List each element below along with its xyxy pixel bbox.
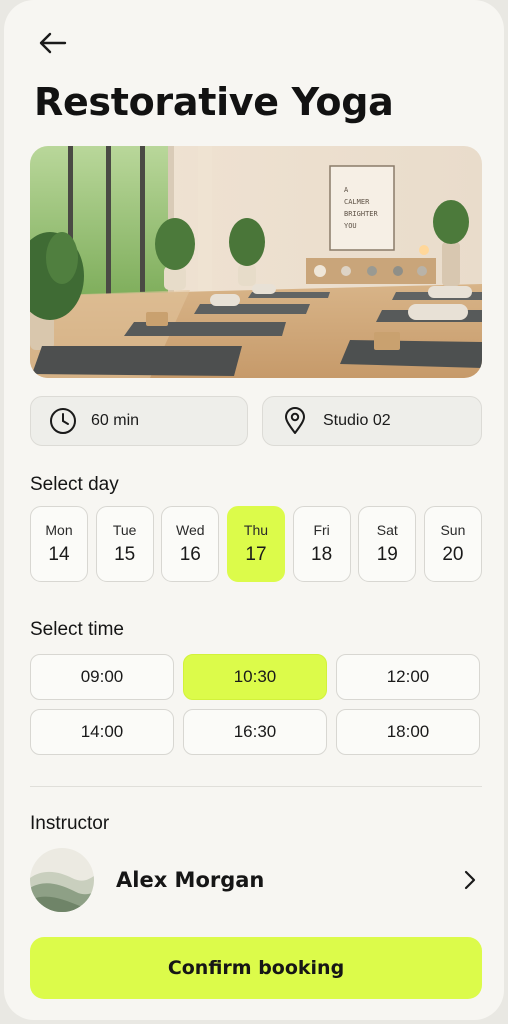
back-button[interactable] bbox=[32, 26, 72, 60]
day-option-thu[interactable]: Thu 17 bbox=[226, 506, 285, 582]
chevron-right-icon bbox=[460, 868, 480, 892]
day-name: Fri bbox=[313, 522, 330, 538]
poster-line: YOU bbox=[344, 222, 357, 230]
page-title: Restorative Yoga bbox=[34, 80, 394, 124]
select-day-heading: Select day bbox=[30, 474, 119, 495]
location-chip: Studio 02 bbox=[262, 396, 482, 446]
time-slot-0900[interactable]: 09:00 bbox=[30, 654, 174, 700]
day-number: 20 bbox=[442, 544, 464, 565]
instructor-row[interactable]: Alex Morgan bbox=[30, 846, 482, 914]
map-pin-icon bbox=[281, 407, 309, 435]
day-name: Sat bbox=[376, 522, 398, 538]
day-option-wed[interactable]: Wed 16 bbox=[161, 506, 220, 582]
poster-line: BRIGHTER bbox=[344, 210, 379, 218]
time-picker: 09:00 10:30 12:00 14:00 16:30 18:00 bbox=[30, 654, 482, 755]
location-label: Studio 02 bbox=[323, 412, 391, 429]
day-name: Sun bbox=[440, 522, 466, 538]
day-number: 17 bbox=[245, 544, 267, 565]
day-name: Wed bbox=[176, 522, 205, 538]
instructor-heading: Instructor bbox=[30, 813, 110, 834]
time-slot-1400[interactable]: 14:00 bbox=[30, 709, 174, 755]
day-option-fri[interactable]: Fri 18 bbox=[292, 506, 351, 582]
confirm-booking-button[interactable]: Confirm booking bbox=[30, 937, 482, 999]
day-picker: Mon 14 Tue 15 Wed 16 Thu 17 Fri 18 Sat 19 Sun 2… bbox=[30, 506, 482, 582]
time-slot-1030[interactable]: 10:30 bbox=[183, 654, 327, 700]
day-option-tue[interactable]: Tue 15 bbox=[95, 506, 154, 582]
section-divider bbox=[30, 786, 482, 787]
avatar bbox=[30, 848, 94, 912]
select-time-heading: Select time bbox=[30, 619, 124, 640]
day-name: Thu bbox=[243, 522, 269, 538]
time-slot-1200[interactable]: 12:00 bbox=[336, 654, 480, 700]
clock-icon bbox=[49, 407, 77, 435]
day-option-sun[interactable]: Sun 20 bbox=[423, 506, 482, 582]
studio-photo: A CALMER BRIGHTER YOU bbox=[30, 146, 482, 378]
day-name: Mon bbox=[45, 522, 73, 538]
day-number: 15 bbox=[114, 544, 136, 565]
day-name: Tue bbox=[112, 522, 137, 538]
day-option-sat[interactable]: Sat 19 bbox=[358, 506, 417, 582]
duration-chip: 60 min bbox=[30, 396, 248, 446]
arrow-left-icon bbox=[39, 32, 67, 54]
instructor-name: Alex Morgan bbox=[116, 868, 265, 892]
duration-label: 60 min bbox=[91, 412, 140, 429]
booking-screen: Restorative Yoga A CALMER BRIGHTER YOU 6… bbox=[4, 0, 504, 1020]
time-slot-1630[interactable]: 16:30 bbox=[183, 709, 327, 755]
day-option-mon[interactable]: Mon 14 bbox=[30, 506, 88, 582]
day-number: 14 bbox=[48, 544, 70, 565]
poster-line: CALMER bbox=[344, 198, 370, 206]
day-number: 16 bbox=[179, 544, 201, 565]
day-number: 18 bbox=[311, 544, 333, 565]
time-slot-1800[interactable]: 18:00 bbox=[336, 709, 480, 755]
day-number: 19 bbox=[376, 544, 398, 565]
